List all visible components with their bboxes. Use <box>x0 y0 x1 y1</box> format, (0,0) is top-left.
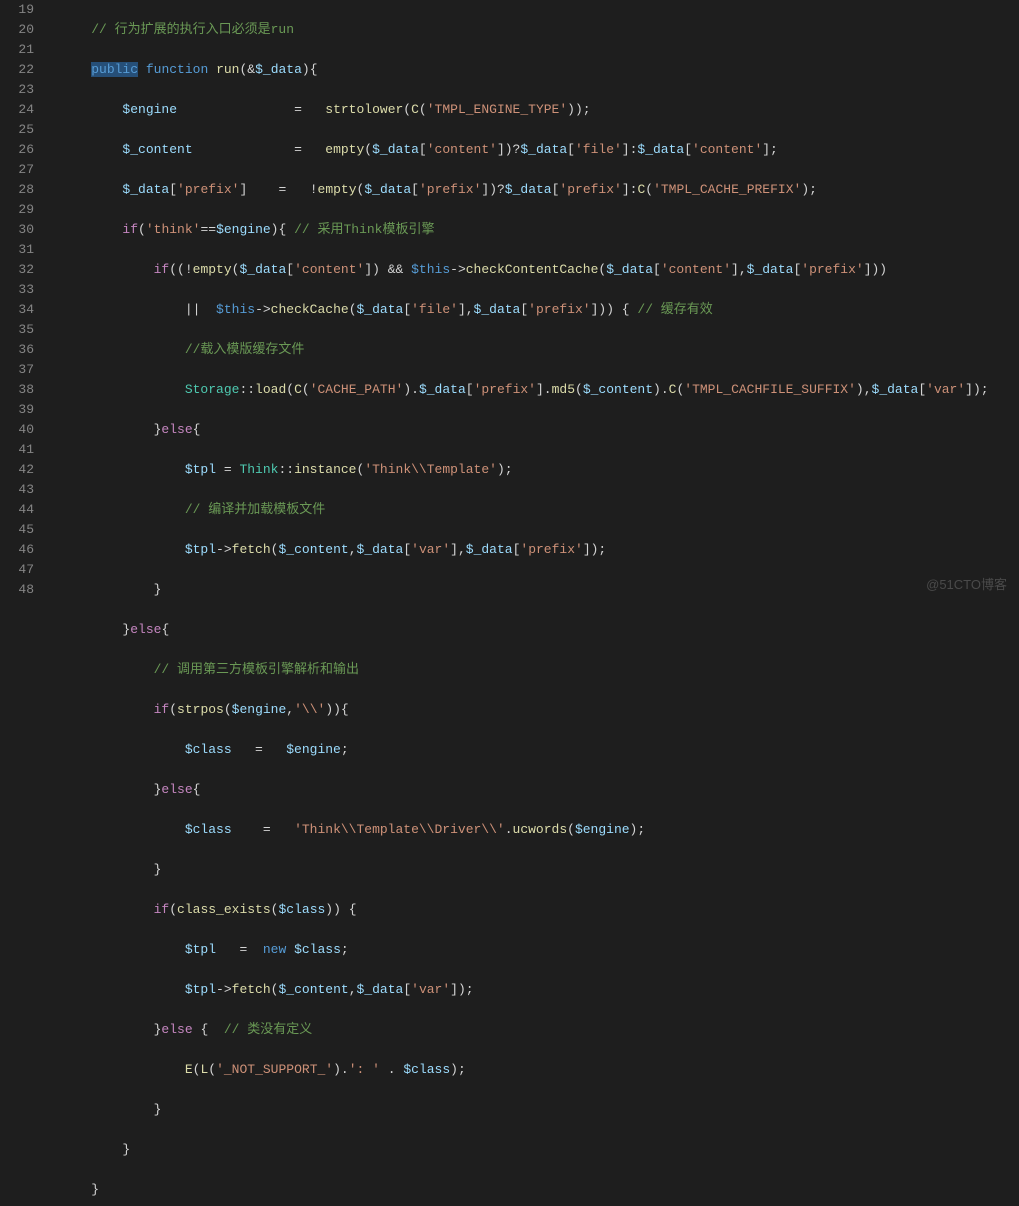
code-line: } <box>60 1100 1019 1120</box>
line-number: 43 <box>0 480 34 500</box>
line-number: 37 <box>0 360 34 380</box>
code-line: $tpl->fetch($_content,$_data['var'],$_da… <box>60 540 1019 560</box>
line-number: 20 <box>0 20 34 40</box>
code-line: if(class_exists($class)) { <box>60 900 1019 920</box>
line-number: 19 <box>0 0 34 20</box>
code-line: } <box>60 860 1019 880</box>
line-number: 22 <box>0 60 34 80</box>
line-number-gutter: 1920212223242526272829303132333435363738… <box>0 0 50 603</box>
line-number: 24 <box>0 100 34 120</box>
code-line: } <box>60 1140 1019 1160</box>
watermark: @51CTO博客 <box>926 575 1007 595</box>
code-line: E(L('_NOT_SUPPORT_').': ' . $class); <box>60 1060 1019 1080</box>
code-line: //载入模版缓存文件 <box>60 340 1019 360</box>
line-number: 31 <box>0 240 34 260</box>
code-line: || $this->checkCache($_data['file'],$_da… <box>60 300 1019 320</box>
code-line: $class = 'Think\\Template\\Driver\\'.ucw… <box>60 820 1019 840</box>
code-line: $_data['prefix'] = !empty($_data['prefix… <box>60 180 1019 200</box>
code-line: // 调用第三方模板引擎解析和输出 <box>60 660 1019 680</box>
line-number: 36 <box>0 340 34 360</box>
code-line: public function run(&$_data){ <box>60 60 1019 80</box>
code-line: }else{ <box>60 420 1019 440</box>
line-number: 27 <box>0 160 34 180</box>
code-line: // 行为扩展的执行入口必须是run <box>60 20 1019 40</box>
line-number: 45 <box>0 520 34 540</box>
line-number: 48 <box>0 580 34 600</box>
code-line: // 编译并加载模板文件 <box>60 500 1019 520</box>
code-line: if(strpos($engine,'\\')){ <box>60 700 1019 720</box>
code-line: } <box>60 580 1019 600</box>
line-number: 23 <box>0 80 34 100</box>
code-line: if((!empty($_data['content']) && $this->… <box>60 260 1019 280</box>
line-number: 42 <box>0 460 34 480</box>
code-line: } <box>60 1180 1019 1200</box>
code-line: }else { // 类没有定义 <box>60 1020 1019 1040</box>
line-number: 33 <box>0 280 34 300</box>
line-number: 46 <box>0 540 34 560</box>
code-line: Storage::load(C('CACHE_PATH').$_data['pr… <box>60 380 1019 400</box>
code-area[interactable]: // 行为扩展的执行入口必须是run public function run(&… <box>50 0 1019 603</box>
code-line: $engine = strtolower(C('TMPL_ENGINE_TYPE… <box>60 100 1019 120</box>
line-number: 26 <box>0 140 34 160</box>
line-number: 44 <box>0 500 34 520</box>
line-number: 32 <box>0 260 34 280</box>
line-number: 47 <box>0 560 34 580</box>
line-number: 38 <box>0 380 34 400</box>
line-number: 41 <box>0 440 34 460</box>
code-line: if('think'==$engine){ // 采用Think模板引擎 <box>60 220 1019 240</box>
code-line: $_content = empty($_data['content'])?$_d… <box>60 140 1019 160</box>
line-number: 21 <box>0 40 34 60</box>
code-line: $class = $engine; <box>60 740 1019 760</box>
line-number: 29 <box>0 200 34 220</box>
line-number: 35 <box>0 320 34 340</box>
code-line: $tpl->fetch($_content,$_data['var']); <box>60 980 1019 1000</box>
code-line: $tpl = Think::instance('Think\\Template'… <box>60 460 1019 480</box>
line-number: 28 <box>0 180 34 200</box>
line-number: 30 <box>0 220 34 240</box>
code-editor[interactable]: 1920212223242526272829303132333435363738… <box>0 0 1019 603</box>
line-number: 34 <box>0 300 34 320</box>
line-number: 39 <box>0 400 34 420</box>
line-number: 40 <box>0 420 34 440</box>
code-line: }else{ <box>60 620 1019 640</box>
line-number: 25 <box>0 120 34 140</box>
code-line: }else{ <box>60 780 1019 800</box>
code-line: $tpl = new $class; <box>60 940 1019 960</box>
